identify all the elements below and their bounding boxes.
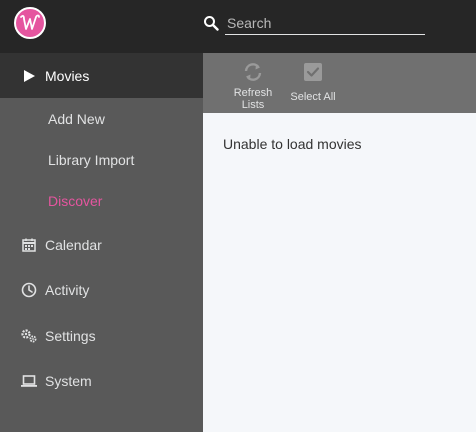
search-icon [204, 16, 219, 31]
logo-icon[interactable] [14, 7, 46, 39]
search-input[interactable] [225, 12, 425, 35]
sidebar-item-settings[interactable]: Settings [0, 313, 203, 358]
error-message: Unable to load movies [223, 136, 362, 152]
sidebar-item-label: Activity [45, 281, 90, 298]
sidebar-subitem-discover[interactable]: Discover [48, 193, 102, 213]
refresh-lists-button[interactable]: Refresh Lists [230, 53, 276, 113]
toolbar: Refresh Lists Select All [203, 53, 476, 113]
play-icon [24, 70, 35, 82]
select-all-label: Select All [290, 91, 336, 103]
calendar-icon [22, 238, 36, 252]
top-header [0, 0, 476, 53]
sidebar-subitem-library-import[interactable]: Library Import [48, 152, 134, 172]
refresh-icon [244, 63, 262, 81]
select-all-button[interactable]: Select All [286, 53, 340, 113]
sidebar-item-activity[interactable]: Activity [0, 267, 203, 312]
laptop-icon [21, 375, 37, 387]
sidebar-item-label: Settings [45, 327, 96, 344]
clock-icon [21, 282, 37, 298]
sidebar-item-label: Movies [45, 67, 90, 84]
checkbox-icon [304, 63, 322, 81]
sidebar-item-movies[interactable]: Movies [0, 53, 203, 98]
refresh-label-line2: Lists [241, 99, 265, 111]
refresh-label-line1: Refresh [233, 87, 273, 99]
sidebar-subitem-add-new[interactable]: Add New [48, 111, 105, 131]
sidebar: Movies Add New Library Import Discover C… [0, 53, 203, 432]
sidebar-item-system[interactable]: System [0, 358, 203, 403]
sidebar-item-label: Calendar [45, 236, 102, 253]
gears-icon [21, 329, 37, 343]
sidebar-item-calendar[interactable]: Calendar [0, 222, 203, 267]
sidebar-item-label: System [45, 372, 92, 389]
